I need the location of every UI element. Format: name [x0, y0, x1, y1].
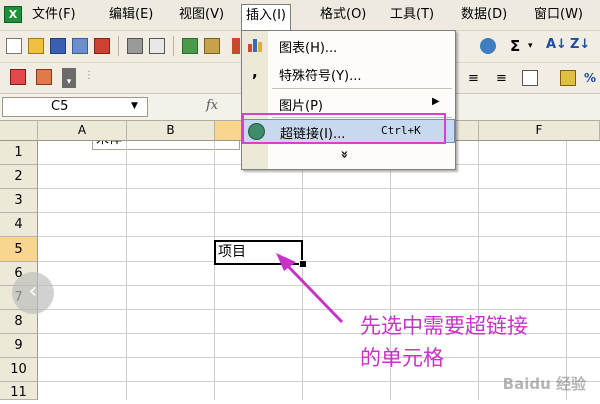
watermark: Baidu 经验 [502, 375, 586, 393]
annotation-line-1: 先选中需要超链接 [360, 314, 528, 338]
annotation-arrow [276, 253, 344, 324]
prev-arrow-icon[interactable]: ‹ [12, 272, 54, 314]
annotation-line-2: 的单元格 [360, 346, 444, 370]
